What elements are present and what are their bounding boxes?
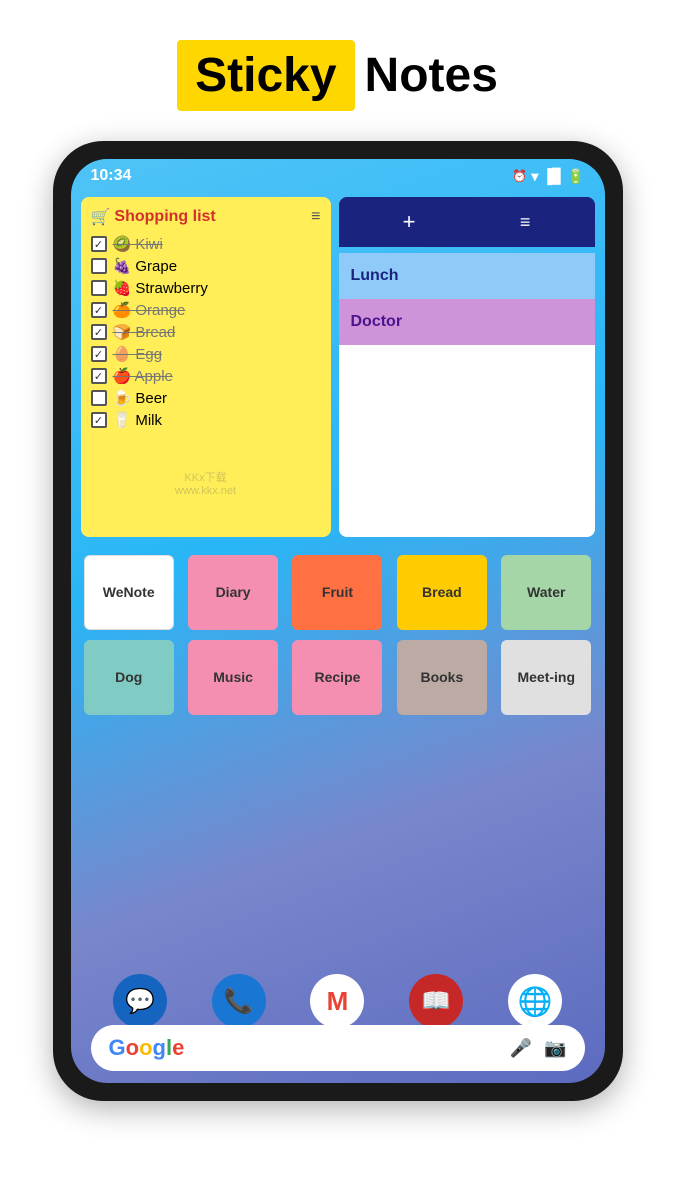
list-item[interactable]: 🍇 Grape — [91, 257, 321, 275]
notes-label-container: Notes — [365, 48, 498, 103]
list-item[interactable]: 🍎 Apple — [91, 367, 321, 385]
battery-icon: 🔋 — [567, 168, 584, 185]
checkbox-grape[interactable] — [91, 258, 107, 274]
checkbox-strawberry[interactable] — [91, 280, 107, 296]
sticky-label: Sticky — [195, 49, 336, 102]
watermark-line2: www.kkx.net — [175, 485, 236, 497]
sticky-bread[interactable]: Bread — [397, 555, 487, 630]
item-beer: 🍺 Beer — [113, 389, 168, 407]
checkbox-milk[interactable] — [91, 412, 107, 428]
note-lunch[interactable]: Lunch — [339, 253, 595, 299]
item-apple: 🍎 Apple — [113, 367, 173, 385]
sticky-recipe[interactable]: Recipe — [292, 640, 382, 715]
note-title-text: Shopping list — [114, 208, 215, 226]
cart-icon: 🛒 — [91, 207, 111, 227]
watermark: KKx下载 www.kkx.net — [175, 469, 236, 497]
lens-icon[interactable]: 📷 — [544, 1038, 566, 1059]
alarm-icon: ⏰ — [512, 169, 527, 183]
sticky-meeting[interactable]: Meet-ing — [501, 640, 591, 715]
list-item[interactable]: 🍓 Strawberry — [91, 279, 321, 297]
wifi-icon: ▾ — [531, 168, 538, 185]
bottom-dock: 💬 📞 M 📖 🌐 — [71, 974, 605, 1028]
signal-icon: ▐▊ — [542, 168, 563, 185]
note-doctor-label: Doctor — [351, 313, 403, 330]
chrome-icon: 🌐 — [518, 985, 553, 1018]
books-app-icon: 📖 — [421, 987, 451, 1016]
list-item[interactable]: 🥛 Milk — [91, 411, 321, 429]
main-content: 🛒 Shopping list ≡ 🥝 Kiwi 🍇 Grape — [71, 189, 605, 545]
panel-toolbar: + ≡ — [339, 197, 595, 247]
google-logo: Google — [109, 1035, 185, 1061]
note-doctor[interactable]: Doctor — [339, 299, 595, 345]
item-egg: 🥚 Egg — [113, 345, 163, 363]
sticky-wenote[interactable]: WeNote — [84, 555, 174, 630]
list-item[interactable]: 🍊 Orange — [91, 301, 321, 319]
note-lunch-label: Lunch — [351, 267, 399, 284]
shopping-note[interactable]: 🛒 Shopping list ≡ 🥝 Kiwi 🍇 Grape — [81, 197, 331, 537]
app-header: Sticky Notes — [0, 0, 675, 141]
item-orange: 🍊 Orange — [113, 301, 186, 319]
dock-gmail-icon[interactable]: M — [310, 974, 364, 1028]
right-panel: + ≡ Lunch Doctor — [339, 197, 595, 537]
watermark-line1: KKx下载 — [175, 469, 236, 485]
status-icons: ⏰ ▾ ▐▊ 🔋 — [512, 168, 584, 185]
panel-empty-space — [339, 345, 595, 485]
microphone-icon[interactable]: 🎤 — [510, 1038, 532, 1059]
list-item[interactable]: 🥚 Egg — [91, 345, 321, 363]
note-title: 🛒 Shopping list — [91, 207, 216, 227]
list-item[interactable]: 🥝 Kiwi — [91, 235, 321, 253]
add-button[interactable]: + — [403, 209, 416, 235]
checkbox-orange[interactable] — [91, 302, 107, 318]
sticky-dog[interactable]: Dog — [84, 640, 174, 715]
note-menu-icon[interactable]: ≡ — [311, 208, 320, 226]
dock-chrome-icon[interactable]: 🌐 — [508, 974, 562, 1028]
checkbox-beer[interactable] — [91, 390, 107, 406]
checkbox-kiwi[interactable] — [91, 236, 107, 252]
phone-screen: 10:34 ⏰ ▾ ▐▊ 🔋 🛒 Shopping list ≡ — [71, 159, 605, 1083]
notes-grid-top: WeNote Diary Fruit Bread Water — [71, 545, 605, 635]
sort-button[interactable]: ≡ — [520, 212, 531, 233]
item-milk: 🥛 Milk — [113, 411, 163, 429]
list-item[interactable]: 🍺 Beer — [91, 389, 321, 407]
item-strawberry: 🍓 Strawberry — [113, 279, 208, 297]
dock-phone-icon[interactable]: 📞 — [212, 974, 266, 1028]
notes-label: Notes — [365, 49, 498, 102]
gmail-icon: M — [327, 986, 349, 1017]
sticky-diary[interactable]: Diary — [188, 555, 278, 630]
checkbox-apple[interactable] — [91, 368, 107, 384]
sticky-music[interactable]: Music — [188, 640, 278, 715]
item-grape: 🍇 Grape — [113, 257, 178, 275]
panel-notes: Lunch Doctor — [339, 253, 595, 537]
phone-frame: 10:34 ⏰ ▾ ▐▊ 🔋 🛒 Shopping list ≡ — [53, 141, 623, 1101]
dock-books-icon[interactable]: 📖 — [409, 974, 463, 1028]
checkbox-bread[interactable] — [91, 324, 107, 340]
clock: 10:34 — [91, 167, 132, 185]
note-header: 🛒 Shopping list ≡ — [91, 207, 321, 227]
phone-icon: 📞 — [224, 987, 254, 1016]
search-bar[interactable]: Google 🎤 📷 — [91, 1025, 585, 1071]
dock-messages-icon[interactable]: 💬 — [113, 974, 167, 1028]
checkbox-egg[interactable] — [91, 346, 107, 362]
status-bar: 10:34 ⏰ ▾ ▐▊ 🔋 — [71, 159, 605, 189]
notes-grid-bottom: Dog Music Recipe Books Meet-ing — [71, 635, 605, 725]
sticky-fruit[interactable]: Fruit — [292, 555, 382, 630]
sticky-badge: Sticky — [177, 40, 354, 111]
messages-icon: 💬 — [125, 987, 155, 1016]
search-actions: 🎤 📷 — [510, 1038, 567, 1059]
sticky-water[interactable]: Water — [501, 555, 591, 630]
sticky-books[interactable]: Books — [397, 640, 487, 715]
list-item[interactable]: 🍞 Bread — [91, 323, 321, 341]
item-kiwi: 🥝 Kiwi — [113, 235, 163, 253]
item-bread: 🍞 Bread — [113, 323, 176, 341]
